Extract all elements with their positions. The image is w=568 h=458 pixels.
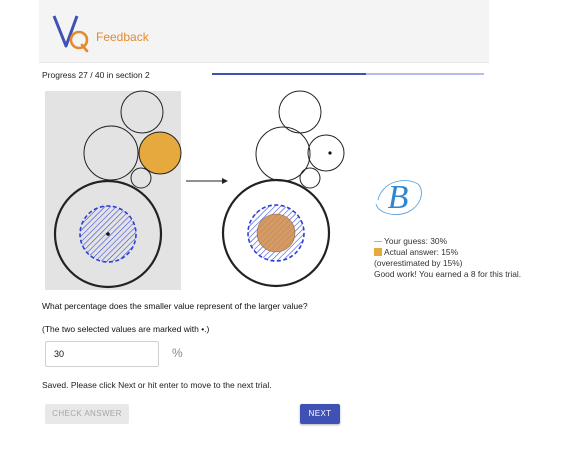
grade-letter: B <box>388 179 409 216</box>
percent-unit: % <box>172 346 183 360</box>
difference-text: (overestimated by 15%) <box>374 258 463 268</box>
guess-swatch <box>374 241 382 243</box>
status-message: Saved. Please click Next or hit enter to… <box>42 380 272 390</box>
actual-swatch <box>374 248 382 256</box>
legend-actual: Actual answer: 15% <box>374 247 521 258</box>
percentage-input[interactable] <box>45 341 159 367</box>
question-hint: (The two selected values are marked with… <box>42 324 210 334</box>
feedback-legend: Your guess: 30% Actual answer: 15% (over… <box>374 236 521 280</box>
next-button[interactable]: NEXT <box>300 404 340 424</box>
score-text: Good work! You earned a 8 for this trial… <box>374 269 522 279</box>
grade-badge: B <box>375 179 422 216</box>
question-text: What percentage does the smaller value r… <box>42 301 308 311</box>
answer-chart <box>221 90 345 288</box>
transition-arrow <box>186 178 228 184</box>
original-chart <box>45 90 182 290</box>
check-answer-button[interactable]: CHECK ANSWER <box>45 404 129 424</box>
legend-guess: Your guess: 30% <box>374 236 521 247</box>
